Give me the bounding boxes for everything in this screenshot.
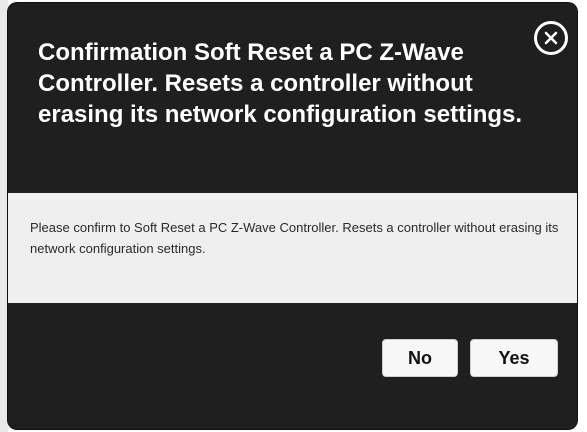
confirmation-dialog: Confirmation Soft Reset a PC Z-Wave Cont… [8, 3, 577, 429]
close-button[interactable] [534, 21, 568, 55]
confirmation-message: Please confirm to Soft Reset a PC Z-Wave… [30, 220, 559, 256]
close-icon [544, 31, 558, 45]
no-button[interactable]: No [382, 339, 458, 377]
dialog-title: Confirmation Soft Reset a PC Z-Wave Cont… [38, 39, 523, 128]
yes-button[interactable]: Yes [470, 339, 558, 377]
dialog-header: Confirmation Soft Reset a PC Z-Wave Cont… [8, 3, 577, 193]
dialog-body: Please confirm to Soft Reset a PC Z-Wave… [8, 193, 577, 303]
backdrop-edge [0, 0, 8, 432]
dialog-footer: No Yes [8, 303, 577, 429]
